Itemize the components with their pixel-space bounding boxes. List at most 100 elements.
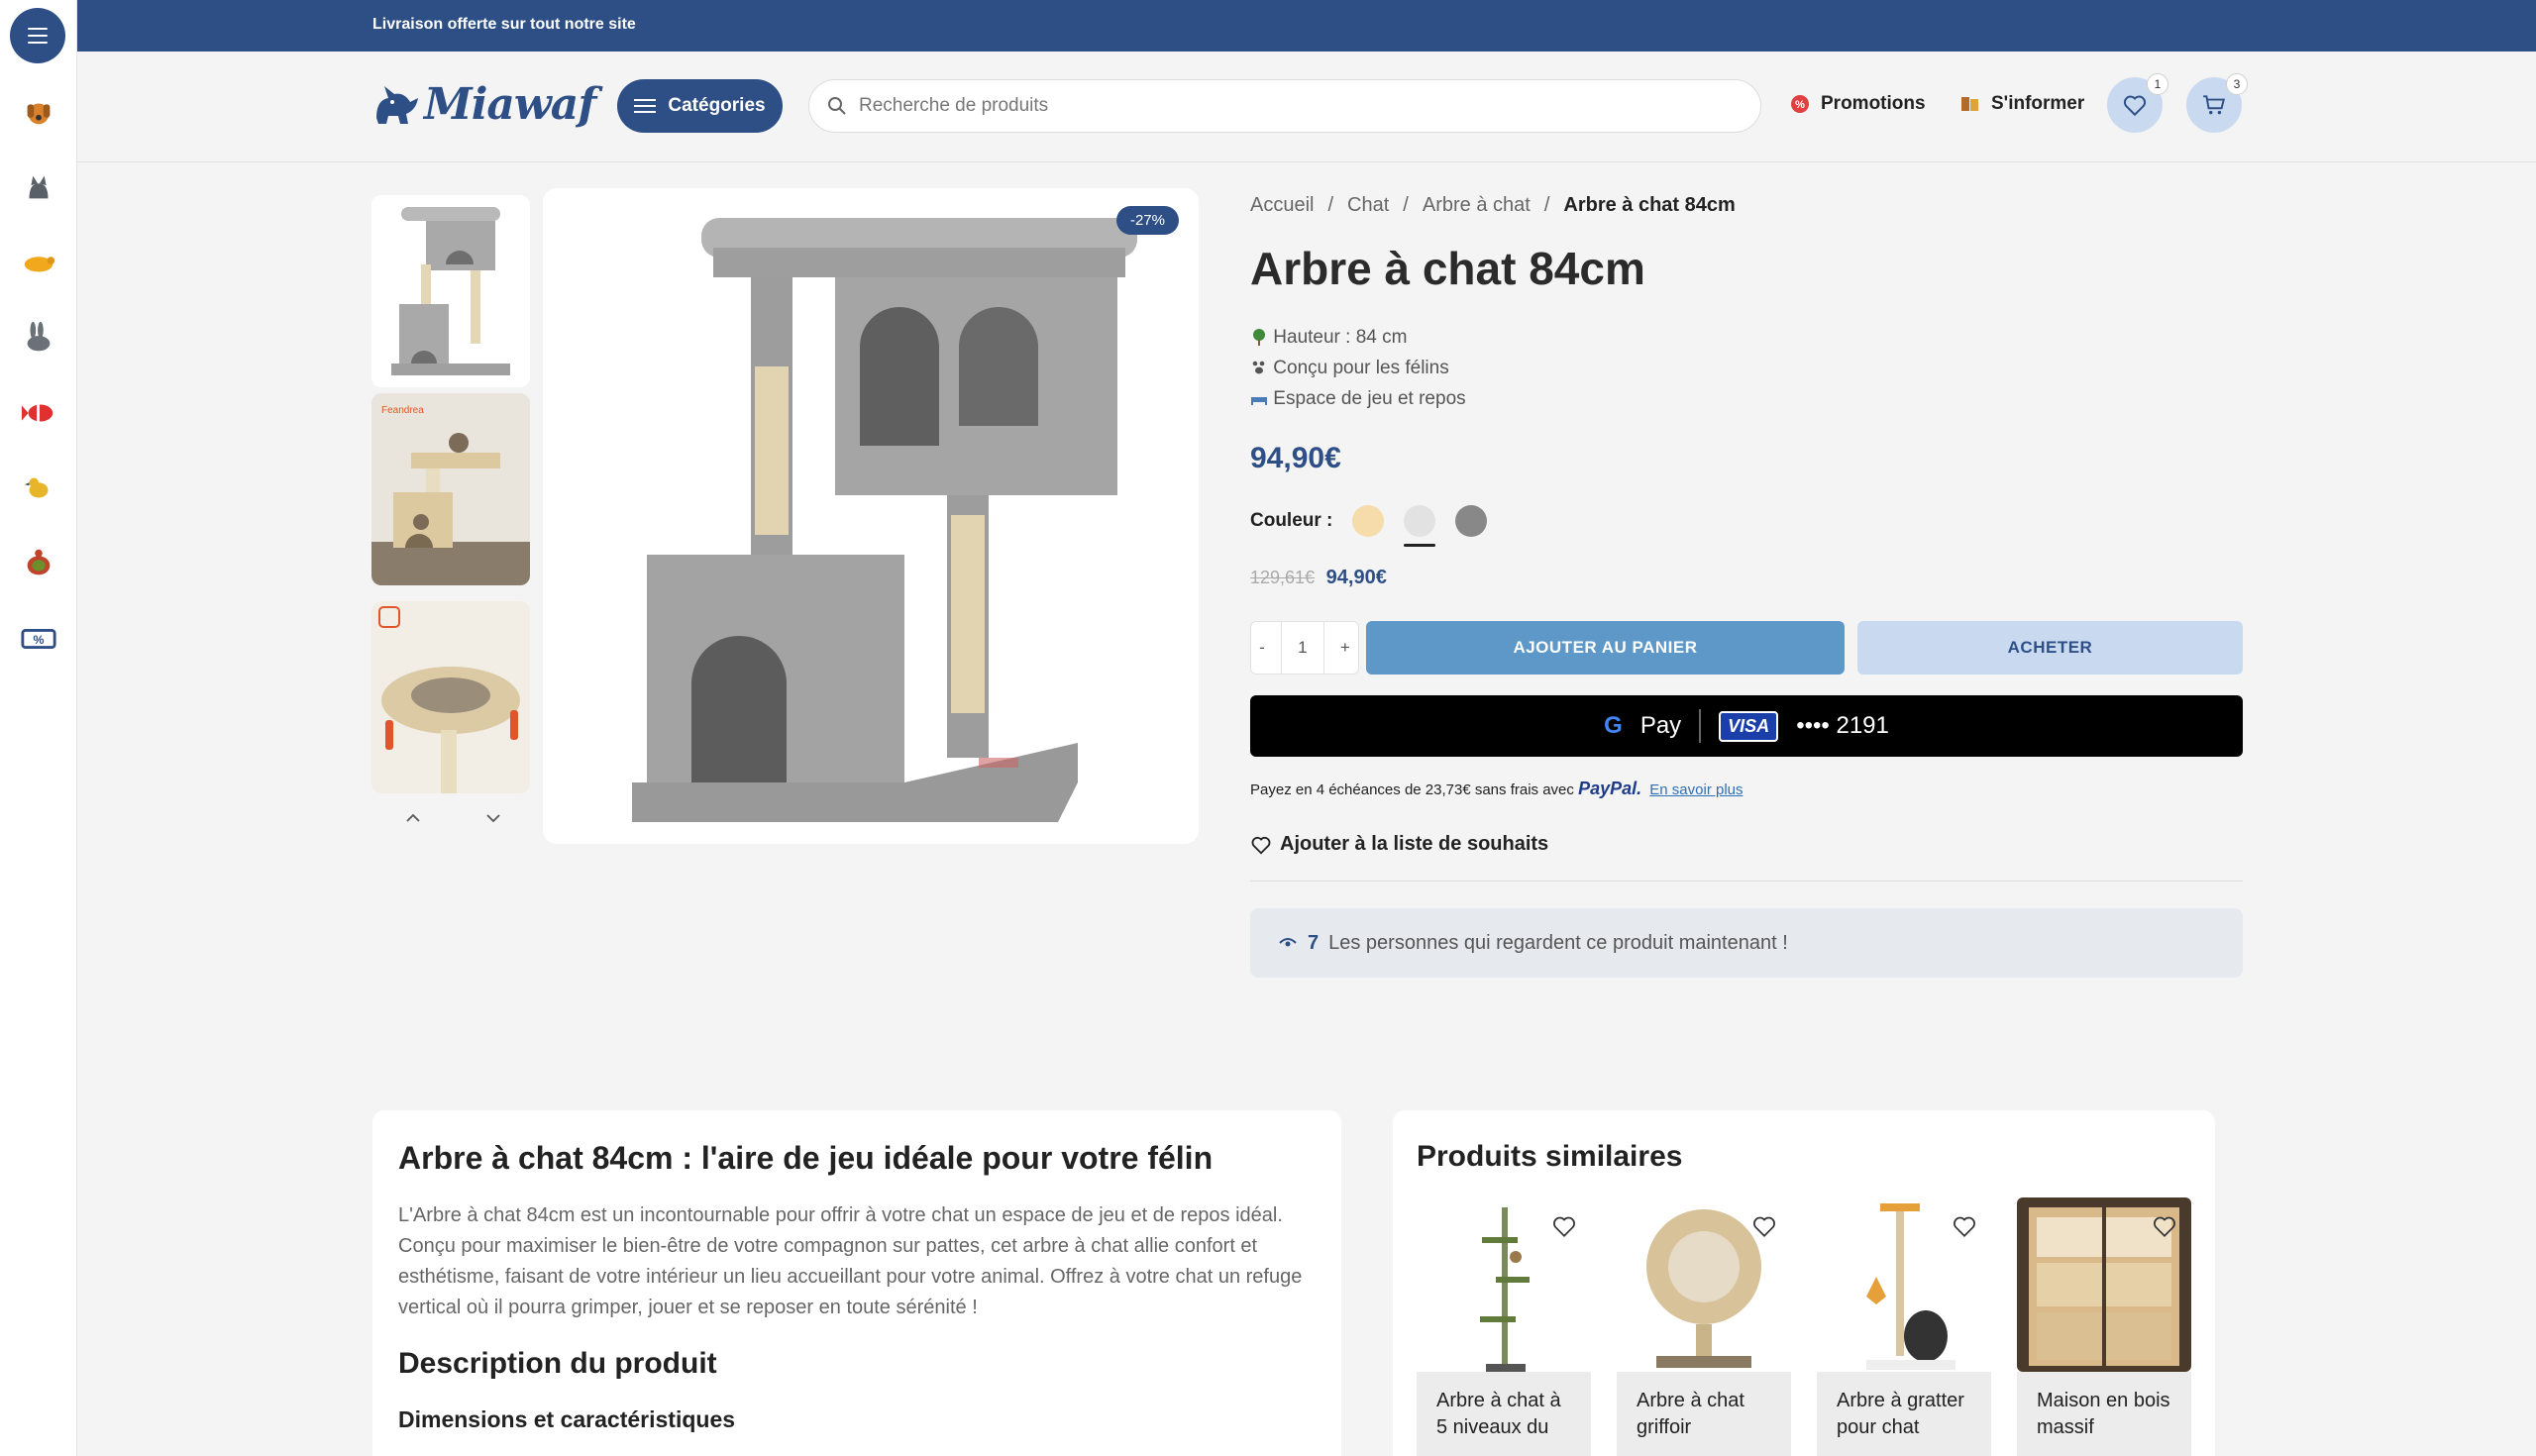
new-price: 94,90€ xyxy=(1325,567,1387,588)
product-main-image[interactable]: -27% xyxy=(543,188,1199,844)
eye-icon xyxy=(1279,938,1297,947)
site-logo[interactable]: Miawaf xyxy=(370,79,596,130)
qty-value[interactable]: 1 xyxy=(1298,638,1307,658)
description-paragraph: L'Arbre à chat 84cm est un incontournabl… xyxy=(398,1204,1303,1318)
promo-ticket-icon[interactable]: % xyxy=(14,614,63,664)
cart-icon xyxy=(2203,95,2225,115)
turtle-icon[interactable] xyxy=(14,539,63,588)
color-swatch[interactable] xyxy=(1352,505,1385,537)
breadcrumb-cat[interactable]: Chat xyxy=(1347,194,1389,217)
svg-text:Feandrea: Feandrea xyxy=(381,405,424,416)
promotions-label: Promotions xyxy=(1821,93,1926,114)
similar-products-grid: Arbre à chat à 5 niveaux du Arbre à chat… xyxy=(1417,1197,2191,1456)
similar-product-image[interactable] xyxy=(1817,1197,1991,1372)
category-rail: % xyxy=(0,0,77,1456)
breadcrumb: Accueil / Chat / Arbre à chat / Arbre à cha… xyxy=(1250,194,1736,217)
quantity-stepper[interactable]: - 1 + xyxy=(1250,621,1359,675)
cat-icon[interactable] xyxy=(14,162,63,212)
description-heading: Arbre à chat 84cm : l'aire de jeu idéale… xyxy=(398,1140,1214,1176)
color-swatch[interactable] xyxy=(1455,505,1488,537)
heart-icon[interactable] xyxy=(2152,1213,2177,1239)
gpay-label: Pay xyxy=(1639,712,1682,739)
product-thumbnail[interactable]: Feandrea xyxy=(371,393,530,585)
breadcrumb-separator: / xyxy=(1327,194,1334,216)
similar-product-name[interactable]: Arbre à chat à 5 niveaux du xyxy=(1417,1372,1591,1456)
rail-menu-button[interactable] xyxy=(10,8,65,63)
tree-icon xyxy=(1253,329,1265,346)
search-input[interactable] xyxy=(859,95,1731,117)
logo-text: Miawaf xyxy=(424,79,596,130)
inform-link[interactable]: S'informer xyxy=(1959,93,2084,115)
similar-product-image[interactable] xyxy=(2017,1197,2191,1372)
product-title: Arbre à chat 84cm xyxy=(1250,243,1645,294)
heart-icon[interactable] xyxy=(1952,1213,1977,1239)
price-comparison: 129,61€ 94,90€ xyxy=(1250,567,1387,589)
bed-icon xyxy=(1251,397,1267,405)
svg-text:%: % xyxy=(34,633,45,647)
rodent-icon[interactable] xyxy=(14,238,63,287)
color-selector: Couleur : xyxy=(1250,505,1488,547)
feature-design: Conçu pour les félins xyxy=(1250,358,1449,379)
breadcrumb-separator: / xyxy=(1403,194,1409,216)
thumbnail-up-icon[interactable] xyxy=(402,807,424,829)
add-to-wishlist-link[interactable]: Ajouter à la liste de souhaits xyxy=(1250,833,1548,856)
similar-product[interactable]: Arbre à chat à 5 niveaux du xyxy=(1417,1197,1591,1456)
qty-minus-button[interactable]: - xyxy=(1259,638,1265,658)
product-thumbnail[interactable] xyxy=(371,195,530,387)
breadcrumb-current: Arbre à chat 84cm xyxy=(1563,194,1736,216)
visa-card-icon: VISA xyxy=(1719,710,1779,742)
buy-now-button[interactable]: ACHETER xyxy=(1857,621,2243,675)
heart-icon[interactable] xyxy=(1551,1213,1577,1239)
categories-label: Catégories xyxy=(668,95,766,116)
watchers-text: Les personnes qui regardent ce produit m… xyxy=(1328,931,1788,954)
divider xyxy=(1322,621,1324,675)
paypal-installments: Payez en 4 échéances de 23,73€ sans frai… xyxy=(1250,779,1744,798)
top-banner: Livraison offerte sur tout notre site xyxy=(77,0,2536,52)
google-g-icon: G xyxy=(1604,712,1623,739)
google-pay-button[interactable]: G Pay VISA •••• 2191 xyxy=(1250,695,2243,757)
description-subheading: Description du produit xyxy=(398,1347,717,1380)
feature-space: Espace de jeu et repos xyxy=(1250,388,1466,410)
similar-product[interactable]: Arbre à chat griffoir xyxy=(1617,1197,1791,1456)
bird-icon[interactable] xyxy=(14,464,63,513)
divider xyxy=(1250,881,2243,882)
similar-product[interactable]: Arbre à gratter pour chat xyxy=(1817,1197,1991,1456)
promo-icon: % xyxy=(1791,95,1809,113)
watchers-count: 7 xyxy=(1308,931,1320,954)
divider xyxy=(1280,621,1282,675)
categories-button[interactable]: Catégories xyxy=(617,79,783,133)
product-thumbnail[interactable] xyxy=(371,601,530,793)
similar-product-name[interactable]: Arbre à gratter pour chat xyxy=(1817,1372,1991,1456)
breadcrumb-home[interactable]: Accueil xyxy=(1250,194,1314,217)
heart-icon xyxy=(1251,836,1271,855)
inform-label: S'informer xyxy=(1991,93,2085,114)
cart-button[interactable]: 3 xyxy=(2186,73,2248,133)
color-swatch[interactable] xyxy=(1404,505,1436,547)
dimensions-heading: Dimensions et caractéristiques xyxy=(398,1406,736,1432)
search-bar[interactable] xyxy=(808,79,1761,133)
dog-icon[interactable] xyxy=(14,87,63,137)
thumbnail-down-icon[interactable] xyxy=(482,807,504,829)
paypal-learn-more-link[interactable]: En savoir plus xyxy=(1649,781,1743,798)
add-to-cart-button[interactable]: AJOUTER AU PANIER xyxy=(1366,621,1845,675)
wishlist-count-badge: 1 xyxy=(2147,73,2168,95)
wishlist-button[interactable]: 1 xyxy=(2107,73,2168,133)
heart-icon[interactable] xyxy=(1751,1213,1777,1239)
similar-product[interactable]: Maison en bois massif xyxy=(2017,1197,2191,1456)
similar-product-image[interactable] xyxy=(1617,1197,1791,1372)
divider xyxy=(1699,709,1702,743)
similar-product-name[interactable]: Maison en bois massif xyxy=(2017,1372,2191,1456)
similar-product-image[interactable] xyxy=(1417,1197,1591,1372)
discount-badge: -27% xyxy=(1115,206,1179,235)
feature-height: Hauteur : 84 cm xyxy=(1250,327,1407,349)
breadcrumb-subcat[interactable]: Arbre à chat xyxy=(1423,194,1531,217)
fish-icon[interactable] xyxy=(14,388,63,438)
rabbit-icon[interactable] xyxy=(14,313,63,363)
description-card: Arbre à chat 84cm : l'aire de jeu idéale… xyxy=(372,1110,1341,1456)
product-price: 94,90€ xyxy=(1250,442,1341,474)
promotions-link[interactable]: % Promotions xyxy=(1789,93,1926,115)
svg-text:%: % xyxy=(1795,99,1805,111)
similar-product-name[interactable]: Arbre à chat griffoir xyxy=(1617,1372,1791,1456)
old-price: 129,61€ xyxy=(1250,568,1316,587)
qty-plus-button[interactable]: + xyxy=(1340,638,1350,658)
